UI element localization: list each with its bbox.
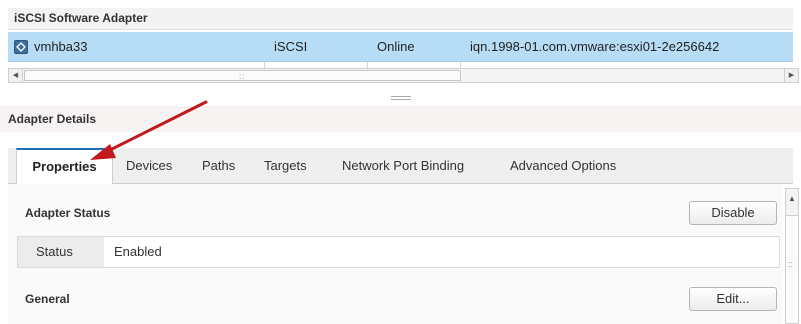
annotation-arrow — [90, 100, 208, 160]
scroll-right-icon[interactable]: ▶ — [784, 69, 798, 82]
adapter-type-cell: iSCSI — [274, 39, 308, 54]
disable-button[interactable]: Disable — [689, 201, 777, 225]
scrollbar-thumb[interactable]: :: — [24, 70, 461, 81]
tab-targets[interactable]: Targets — [264, 148, 307, 184]
adapter-status-cell: Online — [377, 39, 415, 54]
grip-icon: :: — [788, 259, 794, 269]
tab-advanced-options[interactable]: Advanced Options — [510, 148, 616, 184]
table-row[interactable]: vmhba33 iSCSI Online iqn.1998-01.com.vmw… — [8, 32, 793, 62]
adapter-icon — [14, 40, 28, 54]
edit-button[interactable]: Edit... — [689, 287, 777, 311]
adapter-name-cell: vmhba33 — [34, 39, 88, 54]
splitter-icon[interactable] — [391, 96, 411, 101]
horizontal-scrollbar[interactable]: ◀ :: ▶ — [8, 68, 799, 83]
grip-icon: :: — [239, 72, 246, 81]
tab-network-port-binding[interactable]: Network Port Binding — [342, 148, 464, 184]
status-label: Status — [18, 237, 104, 267]
vertical-scrollbar[interactable]: ▲ :: — [785, 188, 799, 324]
scroll-left-icon[interactable]: ◀ — [9, 69, 23, 82]
scroll-up-icon[interactable]: ▲ — [786, 189, 798, 216]
adapter-identifier-cell: iqn.1998-01.com.vmware:esxi01-2e256642 — [470, 39, 720, 54]
status-row: Status Enabled — [17, 236, 780, 268]
adapter-group-header: iSCSI Software Adapter — [8, 8, 793, 30]
general-title: General — [25, 292, 70, 306]
status-value: Enabled — [114, 244, 162, 259]
adapter-status-title: Adapter Status — [25, 206, 111, 220]
